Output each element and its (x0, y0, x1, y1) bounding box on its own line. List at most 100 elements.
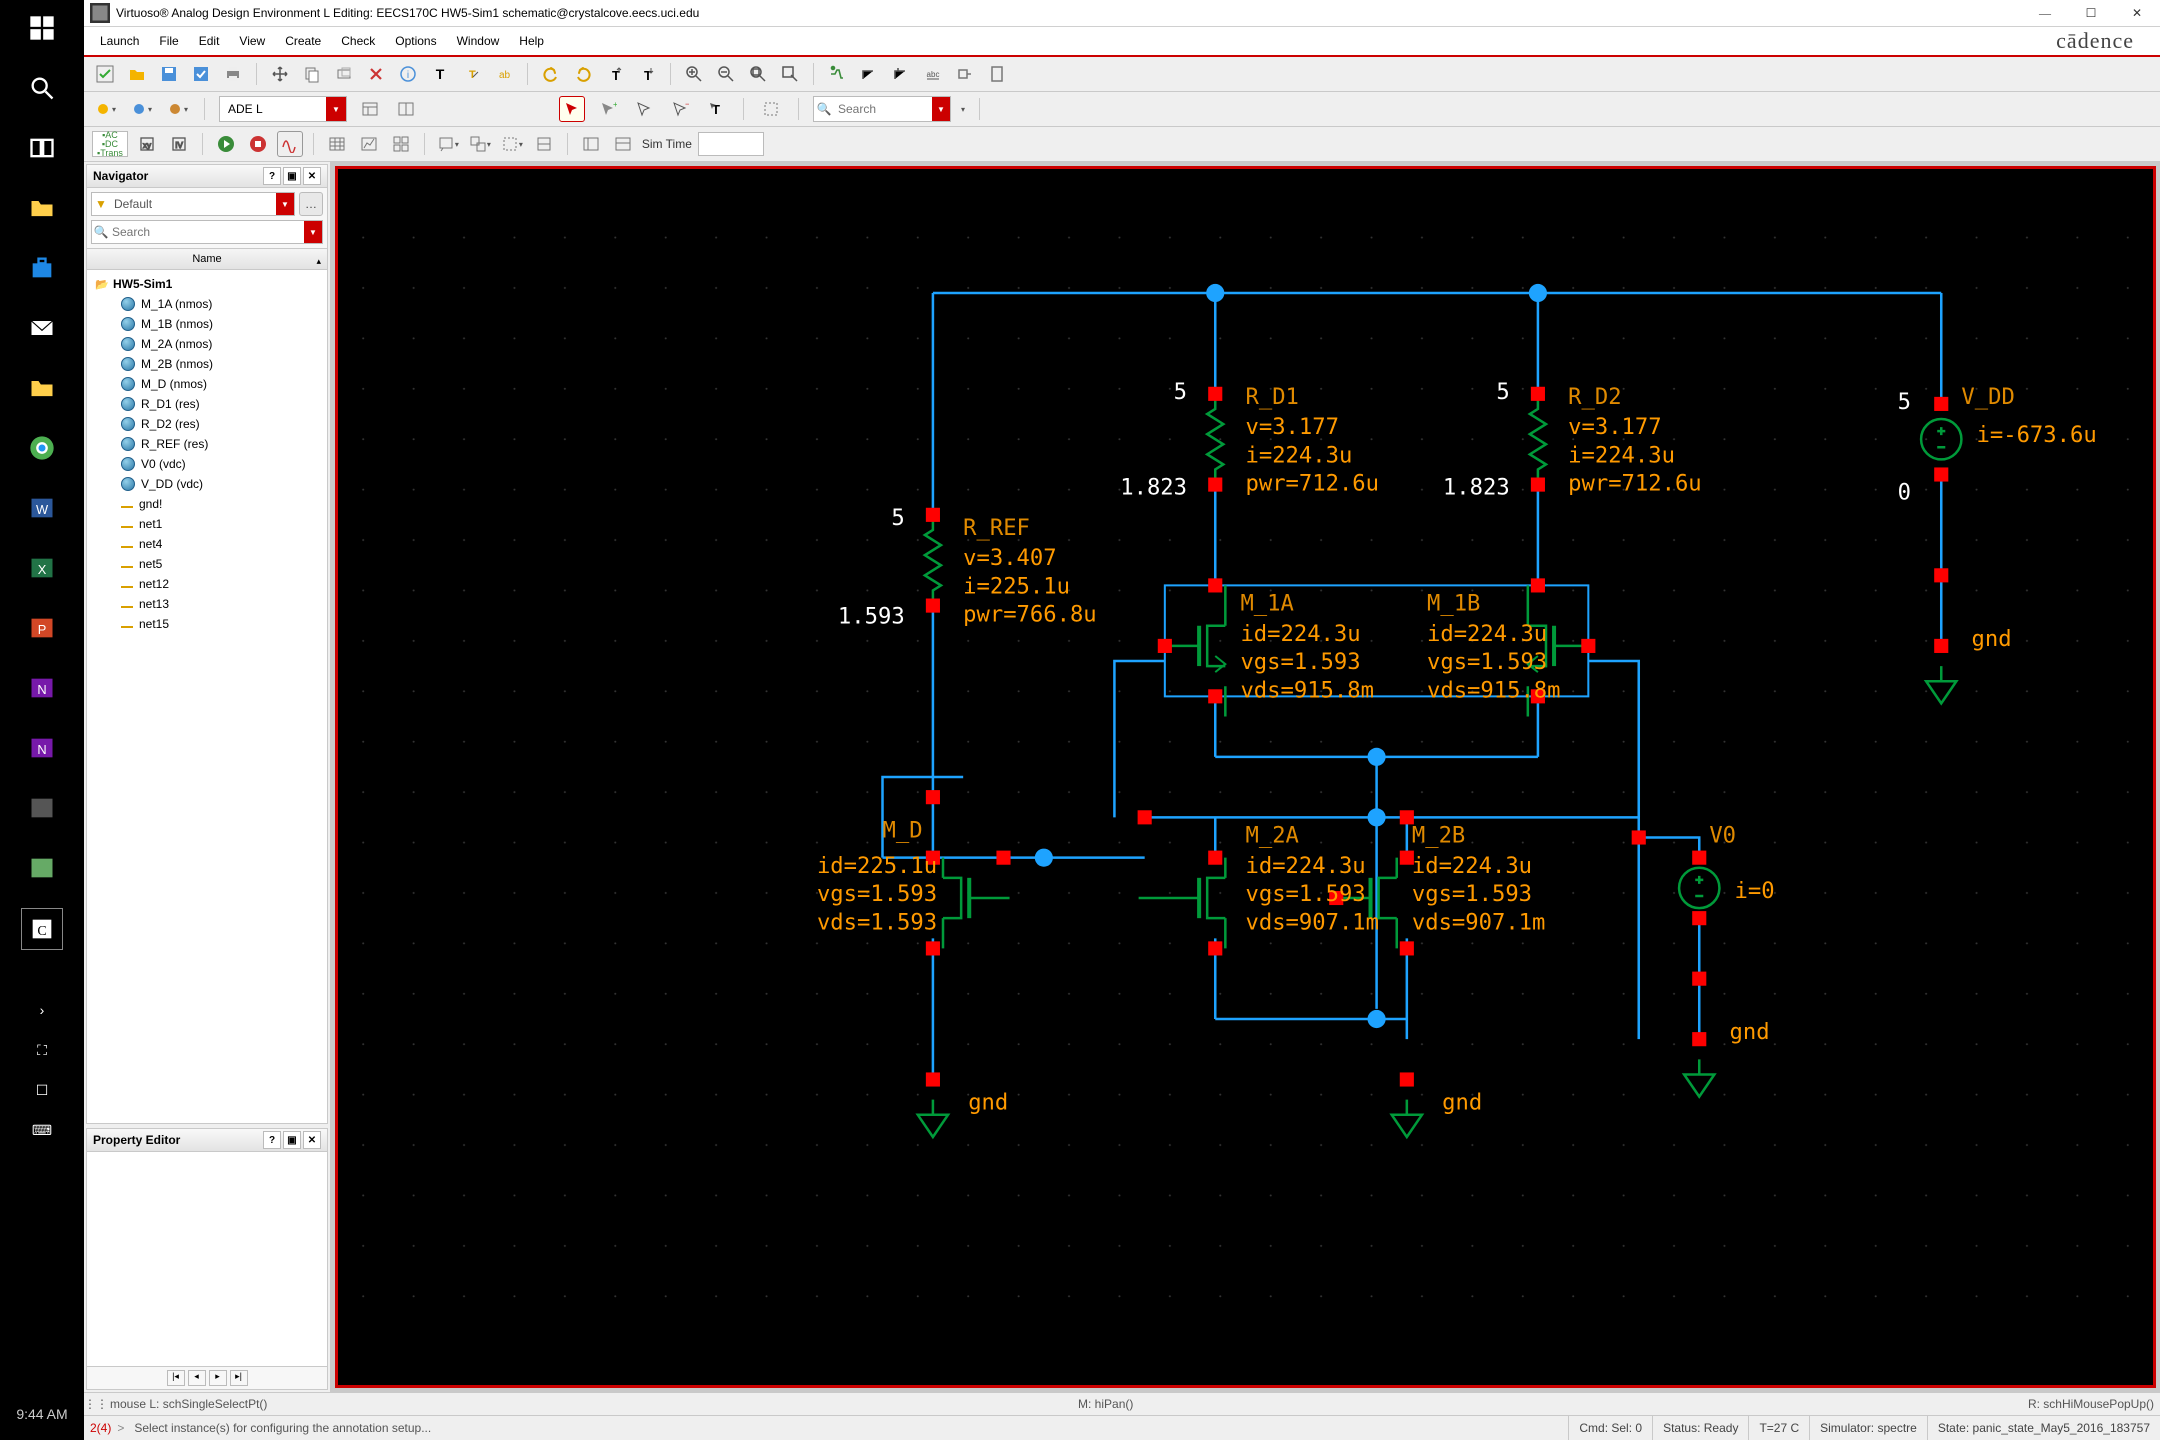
panel2-icon[interactable] (610, 131, 636, 157)
zoom-fit-icon[interactable] (745, 61, 771, 87)
layout1-icon[interactable] (357, 96, 383, 122)
tree-instance[interactable]: M_1A (nmos) (91, 294, 323, 314)
tree-instance[interactable]: M_2A (nmos) (91, 334, 323, 354)
tree-net[interactable]: net13 (91, 594, 323, 614)
wire-icon[interactable] (856, 61, 882, 87)
select-rect-icon[interactable] (758, 96, 784, 122)
close-panel-icon[interactable]: ✕ (303, 1131, 321, 1149)
toolbar-search[interactable]: 🔍 ▼ (813, 96, 951, 122)
taskbar-expand-icon[interactable]: › (22, 1000, 62, 1020)
stretch-icon[interactable] (331, 61, 357, 87)
tree-net[interactable]: net12 (91, 574, 323, 594)
menu-check[interactable]: Check (333, 31, 383, 51)
zoom-out-icon[interactable] (713, 61, 739, 87)
dropdown-icon[interactable]: ▼ (304, 221, 322, 243)
cursor-red-icon[interactable] (559, 96, 585, 122)
misc-app2-icon[interactable] (22, 848, 62, 888)
delete-icon[interactable] (363, 61, 389, 87)
excel-icon[interactable]: X (22, 548, 62, 588)
dropdown-icon[interactable]: ▼ (326, 97, 346, 121)
wire2-icon[interactable] (888, 61, 914, 87)
tree-instance[interactable]: M_1B (nmos) (91, 314, 323, 334)
menu-file[interactable]: File (151, 31, 186, 51)
redo-icon[interactable] (570, 61, 596, 87)
iv-icon[interactable]: IV (166, 131, 192, 157)
filter-more-button[interactable]: … (299, 192, 323, 216)
zoom-region-icon[interactable] (777, 61, 803, 87)
search-input[interactable] (834, 102, 932, 116)
dropdown-icon[interactable]: ▼ (932, 97, 950, 121)
record-icon[interactable]: ▾ (164, 96, 190, 122)
maximize-button[interactable]: ☐ (2068, 0, 2114, 26)
waveform-icon[interactable] (277, 131, 303, 157)
keyboard-icon[interactable]: ⌨ (22, 1120, 62, 1140)
undo-icon[interactable] (538, 61, 564, 87)
menu-edit[interactable]: Edit (191, 31, 228, 51)
grid-icon[interactable] (388, 131, 414, 157)
annotate-icon[interactable]: ▾ (435, 131, 461, 157)
annotate4-icon[interactable] (531, 131, 557, 157)
sort-icon[interactable]: ▴ (316, 251, 321, 271)
menu-options[interactable]: Options (387, 31, 444, 51)
chrome-icon[interactable] (22, 428, 62, 468)
close-panel-icon[interactable]: ✕ (303, 167, 321, 185)
tree-instance[interactable]: R_D2 (res) (91, 414, 323, 434)
minimize-button[interactable]: — (2022, 0, 2068, 26)
annotate3-icon[interactable]: ▾ (499, 131, 525, 157)
taskbar-clock[interactable]: 9:44 AM (16, 1406, 67, 1422)
sim-mode-badge[interactable]: ▪AC▪DC▪Trans (92, 131, 128, 157)
tray-icon-1[interactable]: ⛶ (22, 1040, 62, 1060)
file-explorer-icon[interactable] (22, 188, 62, 228)
cadence-taskbar-icon[interactable]: C (21, 908, 63, 950)
navigator-filter[interactable]: ▼ Default ▼ (91, 192, 295, 216)
xy-icon[interactable]: xy (134, 131, 160, 157)
word-icon[interactable]: W (22, 488, 62, 528)
help-icon[interactable]: ? (263, 167, 281, 185)
tree-root[interactable]: 📂HW5-Sim1 (91, 274, 323, 294)
dropdown-icon[interactable]: ▼ (276, 193, 294, 215)
save-check-icon[interactable] (188, 61, 214, 87)
store-icon[interactable] (22, 248, 62, 288)
navigator-search[interactable]: 🔍 ▼ (91, 220, 323, 244)
search-icon[interactable] (22, 68, 62, 108)
tree-instance[interactable]: R_REF (res) (91, 434, 323, 454)
save-icon[interactable] (156, 61, 182, 87)
page-last-icon[interactable]: ▸| (230, 1370, 248, 1386)
onenote2-icon[interactable]: N (22, 728, 62, 768)
powerpoint-icon[interactable]: P (22, 608, 62, 648)
check-save-icon[interactable] (92, 61, 118, 87)
mail-icon[interactable] (22, 308, 62, 348)
menu-view[interactable]: View (231, 31, 273, 51)
tree-net[interactable]: net5 (91, 554, 323, 574)
menu-launch[interactable]: Launch (92, 31, 147, 51)
menu-window[interactable]: Window (449, 31, 508, 51)
zoom-in-icon[interactable] (681, 61, 707, 87)
help-icon[interactable]: ? (263, 1131, 281, 1149)
move-icon[interactable] (267, 61, 293, 87)
tree-header[interactable]: Name ▴ (87, 248, 327, 270)
text-up-icon[interactable]: T (602, 61, 628, 87)
tree-net[interactable]: net1 (91, 514, 323, 534)
net-tool-icon[interactable] (824, 61, 850, 87)
tree-instance[interactable]: M_2B (nmos) (91, 354, 323, 374)
cursor-icon[interactable] (631, 96, 657, 122)
start-icon[interactable] (22, 8, 62, 48)
undock-icon[interactable]: ▣ (283, 167, 301, 185)
info-icon[interactable]: i (395, 61, 421, 87)
navigator-tree[interactable]: 📂HW5-Sim1 M_1A (nmos)M_1B (nmos)M_2A (nm… (87, 270, 327, 1123)
table-icon[interactable] (324, 131, 350, 157)
workspace-combo[interactable]: ADE L ▼ (219, 96, 347, 122)
page-prev-icon[interactable]: ◂ (188, 1370, 206, 1386)
cursor-add-icon[interactable]: + (595, 96, 621, 122)
tray-icon-2[interactable]: ☐ (22, 1080, 62, 1100)
tree-net[interactable]: net4 (91, 534, 323, 554)
menu-create[interactable]: Create (277, 31, 329, 51)
undock-icon[interactable]: ▣ (283, 1131, 301, 1149)
gate-icon[interactable] (952, 61, 978, 87)
panel1-icon[interactable] (578, 131, 604, 157)
menu-help[interactable]: Help (511, 31, 552, 51)
tree-net[interactable]: net15 (91, 614, 323, 634)
annotate2-icon[interactable]: ▾ (467, 131, 493, 157)
tree-net[interactable]: gnd! (91, 494, 323, 514)
chart-icon[interactable] (356, 131, 382, 157)
